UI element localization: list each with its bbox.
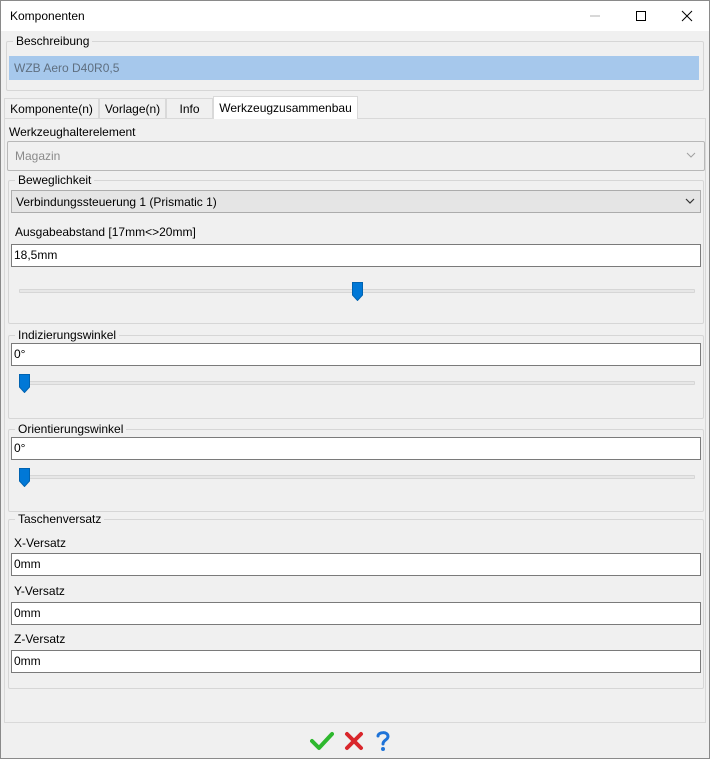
- x-versatz-input[interactable]: 0mm: [11, 553, 701, 576]
- beschreibung-label: Beschreibung: [13, 34, 93, 48]
- indizierung-slider-track[interactable]: [19, 381, 695, 385]
- holder-combo[interactable]: Magazin: [11, 145, 701, 167]
- y-versatz-input[interactable]: 0mm: [11, 602, 701, 625]
- maximize-button[interactable]: [618, 1, 664, 31]
- taschenversatz-label: Taschenversatz: [15, 512, 105, 526]
- holder-label: Werkzeughalterelement: [9, 125, 136, 139]
- beweglichkeit-label: Beweglichkeit: [15, 173, 95, 187]
- close-icon: [681, 10, 693, 22]
- tab-info-label: Info: [179, 101, 200, 116]
- check-icon: [310, 732, 334, 750]
- close-button[interactable]: [664, 1, 710, 31]
- beschreibung-input[interactable]: WZB Aero D40R0,5: [9, 56, 699, 80]
- minimize-button[interactable]: [572, 1, 618, 31]
- z-versatz-input[interactable]: 0mm: [11, 650, 701, 673]
- holder-combo-value: Magazin: [15, 149, 61, 163]
- orientierung-group: Orientierungswinkel 0°: [8, 422, 704, 512]
- ausgabeabstand-input[interactable]: 18,5mm: [11, 244, 701, 267]
- holder-combo-frame: Magazin: [7, 141, 705, 171]
- indizierung-slider-thumb[interactable]: [19, 374, 30, 393]
- ausgabeabstand-label: Ausgabeabstand [17mm<>20mm]: [15, 225, 196, 239]
- chevron-down-icon: [686, 152, 696, 158]
- taschenversatz-group: Taschenversatz X-Versatz 0mm Y-Versatz 0…: [8, 512, 704, 689]
- beweglichkeit-group: Beweglichkeit Verbindungssteuerung 1 (Pr…: [8, 173, 704, 324]
- orientierung-slider-track[interactable]: [19, 475, 695, 479]
- ok-button[interactable]: [309, 728, 335, 754]
- tab-werkzeugzusammenbau-label: Werkzeugzusammenbau: [219, 101, 352, 115]
- beschreibung-group: Beschreibung WZB Aero D40R0,5: [6, 34, 704, 91]
- maximize-icon: [636, 11, 646, 21]
- y-versatz-label: Y-Versatz: [14, 584, 65, 598]
- indizierung-input[interactable]: 0°: [11, 343, 701, 366]
- orientierung-label: Orientierungswinkel: [15, 422, 127, 436]
- question-icon: [376, 731, 390, 751]
- tab-werkzeugzusammenbau[interactable]: Werkzeugzusammenbau: [213, 96, 358, 119]
- help-button[interactable]: [370, 728, 396, 754]
- minimize-icon: [590, 15, 600, 17]
- tab-panel: Werkzeughalterelement Magazin Beweglichk…: [4, 118, 706, 723]
- x-versatz-label: X-Versatz: [14, 536, 67, 550]
- tab-strip: Komponente(n) Vorlage(n) Info Werkzeugzu…: [4, 96, 708, 119]
- orientierung-slider-thumb[interactable]: [19, 468, 30, 487]
- tab-info[interactable]: Info: [166, 98, 213, 118]
- indizierung-label: Indizierungswinkel: [15, 328, 120, 342]
- tab-komponenten[interactable]: Komponente(n): [4, 98, 99, 118]
- ausgabeabstand-slider-thumb[interactable]: [351, 282, 363, 301]
- verbindung-combo-value: Verbindungssteuerung 1 (Prismatic 1): [16, 195, 217, 209]
- verbindung-combo[interactable]: Verbindungssteuerung 1 (Prismatic 1): [11, 190, 701, 213]
- tab-vorlagen-label: Vorlage(n): [104, 101, 161, 116]
- dialog-window: Komponenten Beschreibung WZB Aero D40R0,…: [0, 0, 710, 759]
- tab-komponenten-label: Komponente(n): [10, 101, 93, 116]
- chevron-down-icon: [685, 198, 695, 204]
- cross-icon: [345, 732, 363, 750]
- indizierung-group: Indizierungswinkel 0°: [8, 328, 704, 419]
- cancel-button[interactable]: [341, 728, 367, 754]
- orientierung-input[interactable]: 0°: [11, 437, 701, 460]
- window-title: Komponenten: [10, 9, 85, 23]
- z-versatz-label: Z-Versatz: [14, 632, 66, 646]
- title-bar: Komponenten: [1, 1, 709, 31]
- dialog-client: Beschreibung WZB Aero D40R0,5 Komponente…: [1, 31, 709, 758]
- tab-vorlagen[interactable]: Vorlage(n): [99, 98, 166, 118]
